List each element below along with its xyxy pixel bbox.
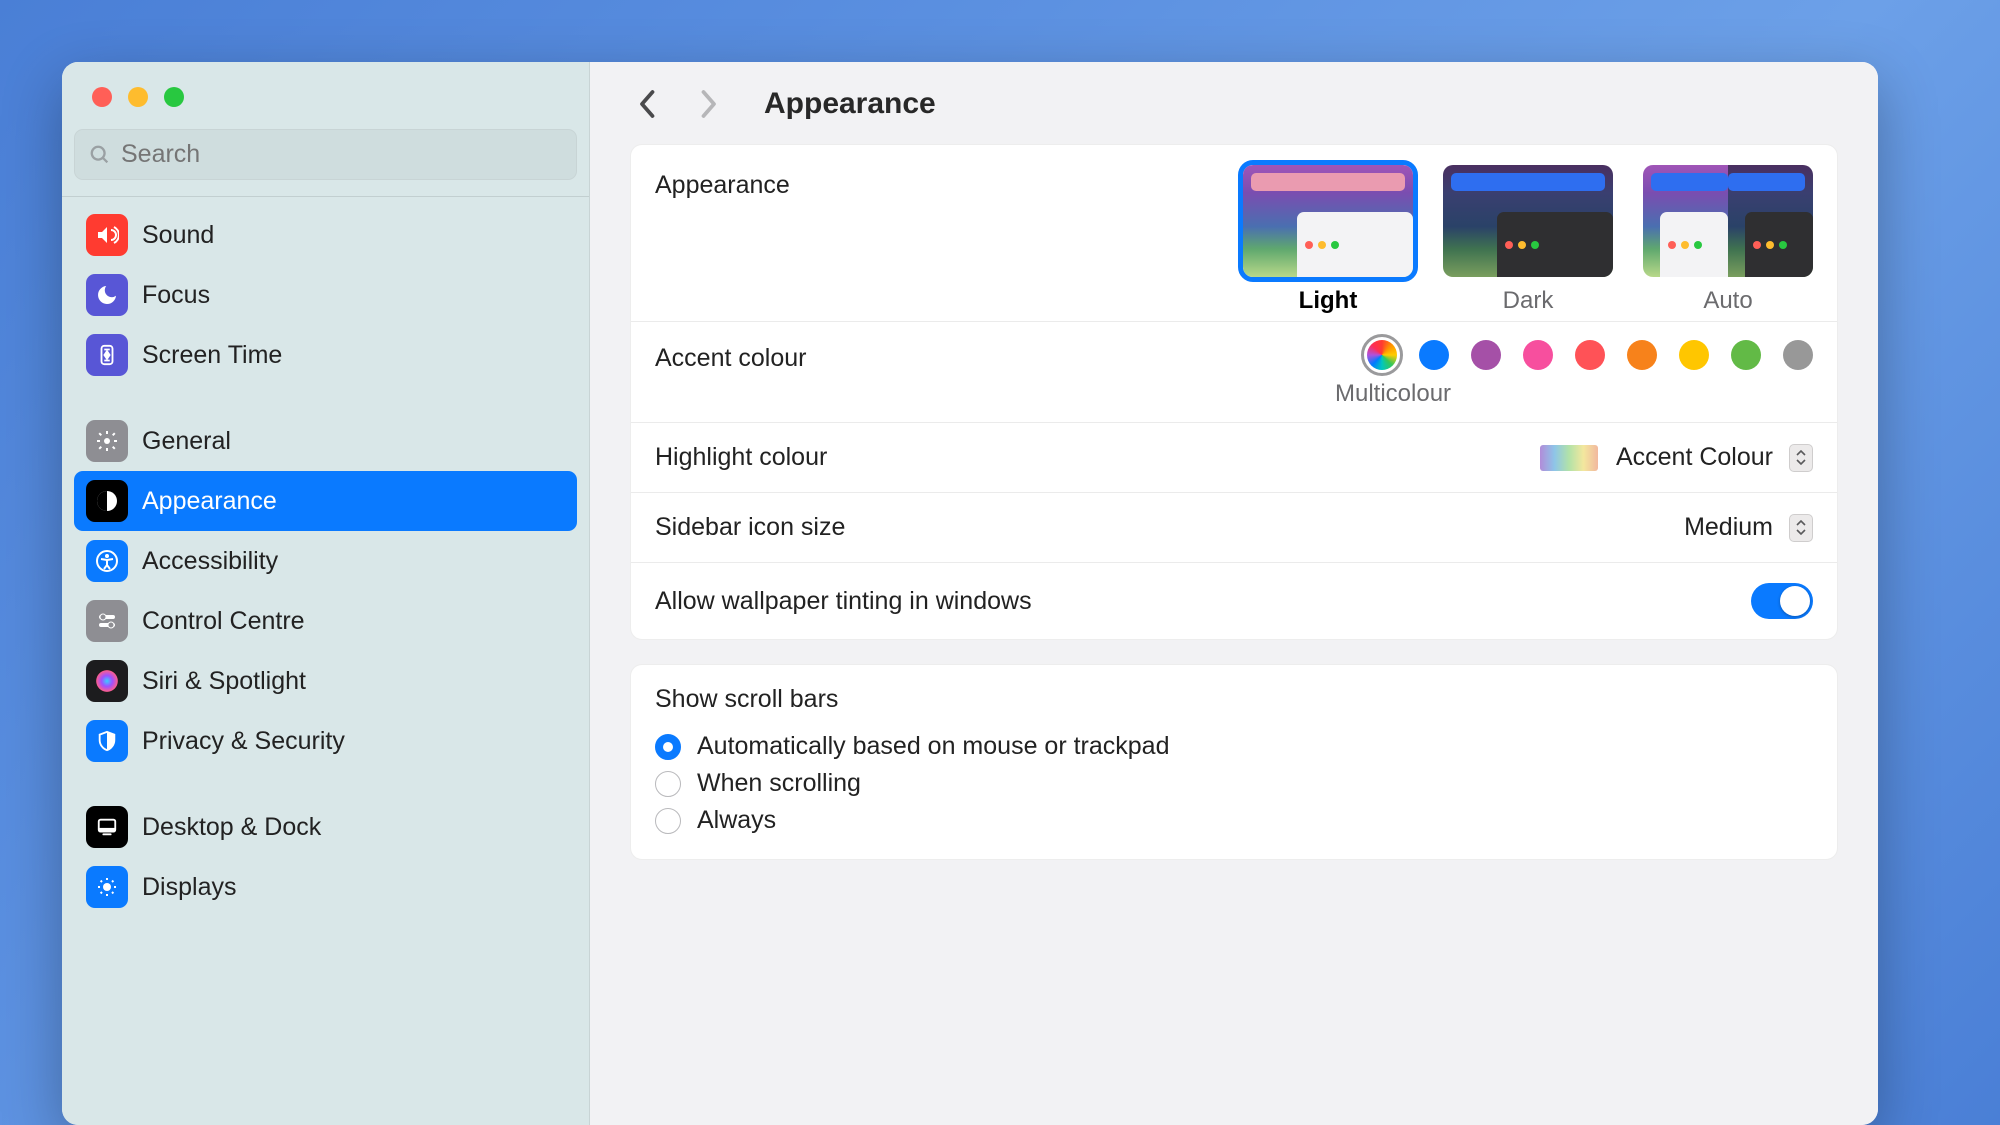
scrollbar-option-auto[interactable]: Automatically based on mouse or trackpad bbox=[655, 728, 1813, 765]
sidebar-item-control-centre[interactable]: Control Centre bbox=[74, 591, 577, 651]
highlight-colour-row: Highlight colour Accent Colour bbox=[631, 423, 1837, 493]
appearance-option-light[interactable]: Light bbox=[1243, 165, 1413, 315]
sidebar-item-sound[interactable]: Sound bbox=[74, 205, 577, 265]
radio-label: When scrolling bbox=[697, 769, 861, 798]
sidebar-item-privacy[interactable]: Privacy & Security bbox=[74, 711, 577, 771]
siri-icon bbox=[86, 660, 128, 702]
radio-label: Automatically based on mouse or trackpad bbox=[697, 732, 1169, 761]
sidebar-list: Sound Focus Screen Time General Appearance Ac… bbox=[62, 197, 589, 917]
general-icon bbox=[86, 420, 128, 462]
appearance-mode-label: Appearance bbox=[655, 165, 1243, 200]
accent-colour-label: Accent colour bbox=[655, 340, 806, 373]
scrollbar-option-when[interactable]: When scrolling bbox=[655, 765, 1813, 802]
sidebar-item-label: Siri & Spotlight bbox=[142, 667, 306, 696]
accent-selected-caption: Multicolour bbox=[1335, 380, 1451, 408]
sidebar-item-label: Screen Time bbox=[142, 341, 282, 370]
focus-icon bbox=[86, 274, 128, 316]
sidebar-item-label: Desktop & Dock bbox=[142, 813, 321, 842]
sidebar-item-displays[interactable]: Displays bbox=[74, 857, 577, 917]
sidebar-item-focus[interactable]: Focus bbox=[74, 265, 577, 325]
sidebar: Sound Focus Screen Time General Appearance Ac… bbox=[62, 62, 590, 1125]
sidebar-item-label: Displays bbox=[142, 873, 236, 902]
nav-back-button[interactable] bbox=[630, 86, 666, 122]
screen-time-icon bbox=[86, 334, 128, 376]
appearance-icon bbox=[86, 480, 128, 522]
sidebar-item-label: Sound bbox=[142, 221, 214, 250]
page-header: Appearance bbox=[590, 62, 1878, 144]
radio-button[interactable] bbox=[655, 771, 681, 797]
page-title: Appearance bbox=[764, 87, 936, 121]
nav-forward-button[interactable] bbox=[690, 86, 726, 122]
appearance-option-label: Light bbox=[1299, 287, 1358, 315]
appearance-option-label: Auto bbox=[1703, 287, 1752, 315]
displays-icon bbox=[86, 866, 128, 908]
sidebar-item-accessibility[interactable]: Accessibility bbox=[74, 531, 577, 591]
appearance-card: Appearance Light Dark Auto Accent colour M… bbox=[630, 144, 1838, 640]
accent-swatch-purple[interactable] bbox=[1471, 340, 1501, 370]
content-pane: Appearance Appearance Light Dark Auto Acce… bbox=[590, 62, 1878, 1125]
radio-label: Always bbox=[697, 806, 776, 835]
sidebar-item-siri[interactable]: Siri & Spotlight bbox=[74, 651, 577, 711]
appearance-option-dark[interactable]: Dark bbox=[1443, 165, 1613, 315]
desktop-dock-icon bbox=[86, 806, 128, 848]
accent-swatch-multicolour[interactable] bbox=[1367, 340, 1397, 370]
accent-swatch-graphite[interactable] bbox=[1783, 340, 1813, 370]
sidebar-item-appearance[interactable]: Appearance bbox=[74, 471, 577, 531]
sidebar-icon-size-row: Sidebar icon size Medium bbox=[631, 493, 1837, 563]
sidebar-item-label: Privacy & Security bbox=[142, 727, 345, 756]
appearance-option-auto[interactable]: Auto bbox=[1643, 165, 1813, 315]
sidebar-item-general[interactable]: General bbox=[74, 411, 577, 471]
accent-colour-row: Accent colour Multicolour bbox=[631, 322, 1837, 423]
accent-swatch-pink[interactable] bbox=[1523, 340, 1553, 370]
scrollbars-label: Show scroll bars bbox=[655, 685, 1813, 714]
accent-swatch-green[interactable] bbox=[1731, 340, 1761, 370]
scrollbar-option-always[interactable]: Always bbox=[655, 802, 1813, 839]
highlight-colour-value: Accent Colour bbox=[1616, 443, 1773, 472]
wallpaper-tinting-label: Allow wallpaper tinting in windows bbox=[655, 587, 1751, 616]
control-centre-icon bbox=[86, 600, 128, 642]
sidebar-icon-size-value: Medium bbox=[1684, 513, 1773, 542]
sidebar-item-label: General bbox=[142, 427, 231, 456]
settings-window: Sound Focus Screen Time General Appearance Ac… bbox=[62, 62, 1878, 1125]
search-field[interactable] bbox=[74, 129, 577, 180]
privacy-icon bbox=[86, 720, 128, 762]
sidebar-item-screen-time[interactable]: Screen Time bbox=[74, 325, 577, 385]
search-icon bbox=[89, 144, 111, 166]
search-input[interactable] bbox=[121, 140, 562, 169]
minimise-button[interactable] bbox=[128, 87, 148, 107]
zoom-button[interactable] bbox=[164, 87, 184, 107]
sound-icon bbox=[86, 214, 128, 256]
accent-swatch-red[interactable] bbox=[1575, 340, 1605, 370]
wallpaper-tinting-toggle[interactable] bbox=[1751, 583, 1813, 619]
close-button[interactable] bbox=[92, 87, 112, 107]
sidebar-icon-size-select[interactable]: Medium bbox=[1684, 513, 1813, 542]
sidebar-item-label: Focus bbox=[142, 281, 210, 310]
stepper-icon bbox=[1789, 444, 1813, 472]
wallpaper-tinting-row: Allow wallpaper tinting in windows bbox=[631, 563, 1837, 639]
accent-swatch-yellow[interactable] bbox=[1679, 340, 1709, 370]
radio-button[interactable] bbox=[655, 734, 681, 760]
accessibility-icon bbox=[86, 540, 128, 582]
highlight-colour-select[interactable]: Accent Colour bbox=[1540, 443, 1813, 472]
stepper-icon bbox=[1789, 514, 1813, 542]
sidebar-item-label: Control Centre bbox=[142, 607, 305, 636]
scrollbars-card: Show scroll bars Automatically based on … bbox=[630, 664, 1838, 860]
radio-button[interactable] bbox=[655, 808, 681, 834]
sidebar-item-desktop-dock[interactable]: Desktop & Dock bbox=[74, 797, 577, 857]
sidebar-item-label: Appearance bbox=[142, 487, 277, 516]
highlight-colour-label: Highlight colour bbox=[655, 443, 1540, 472]
appearance-mode-row: Appearance Light Dark Auto bbox=[631, 145, 1837, 322]
sidebar-item-label: Accessibility bbox=[142, 547, 278, 576]
sidebar-icon-size-label: Sidebar icon size bbox=[655, 513, 1684, 542]
highlight-swatch bbox=[1540, 445, 1598, 471]
traffic-lights bbox=[62, 62, 589, 107]
appearance-option-label: Dark bbox=[1503, 287, 1554, 315]
accent-swatch-blue[interactable] bbox=[1419, 340, 1449, 370]
accent-swatch-orange[interactable] bbox=[1627, 340, 1657, 370]
